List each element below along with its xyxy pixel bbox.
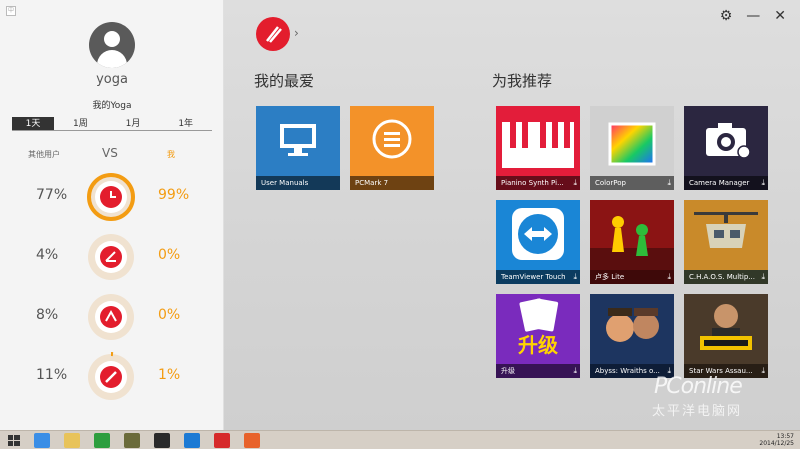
others-label: 其他用户 bbox=[28, 150, 60, 159]
app-logo-button[interactable] bbox=[256, 17, 290, 51]
window-controls: ⚙ — ✕ bbox=[720, 8, 786, 24]
monitor-icon bbox=[280, 124, 316, 156]
panel-pin-icon[interactable]: 中 bbox=[6, 6, 16, 16]
my-percent: 1% bbox=[158, 367, 181, 383]
camera-icon bbox=[706, 123, 751, 159]
clock-time: 13:57 bbox=[776, 433, 794, 440]
start-windows-icon[interactable] bbox=[6, 433, 22, 448]
my-percent: 0% bbox=[158, 307, 181, 323]
tile-label: ColorPop bbox=[590, 176, 674, 190]
others-percent: 77% bbox=[36, 187, 68, 203]
download-icon[interactable]: ⤓ bbox=[573, 366, 577, 376]
my-percent: 0% bbox=[158, 247, 181, 263]
compare-header: 其他用户 VS 我 bbox=[0, 146, 224, 162]
recommend-tile-pianino[interactable]: Pianino Synth Pi... ⤓ bbox=[496, 106, 580, 190]
close-icon[interactable]: ✕ bbox=[774, 8, 786, 24]
device-title: 我的Yoga bbox=[92, 101, 132, 111]
piano-icon bbox=[502, 122, 574, 168]
recommend-tile-camera-manager[interactable]: Camera Manager ⤓ bbox=[684, 106, 768, 190]
stat-row: 77% 99% bbox=[0, 168, 224, 224]
store-icon[interactable] bbox=[94, 433, 110, 448]
watermark-logo: PConline bbox=[654, 374, 743, 399]
tab-1-day[interactable]: 1天 bbox=[12, 117, 54, 130]
taskbar: 13:57 2014/12/25 bbox=[0, 430, 800, 449]
period-tabs: 1天 1周 1月 1年 bbox=[12, 117, 212, 131]
amazon-icon[interactable] bbox=[154, 433, 170, 448]
others-percent: 4% bbox=[36, 247, 59, 263]
recommend-tile-chaos[interactable]: C.H.A.O.S. Multip... ⤓ bbox=[684, 200, 768, 284]
tile-label: User Manuals bbox=[256, 176, 340, 190]
recommend-tile-teamviewer[interactable]: TeamViewer Touch ⤓ bbox=[496, 200, 580, 284]
usage-gauge[interactable] bbox=[85, 351, 137, 403]
tile-label: Camera Manager bbox=[684, 176, 768, 190]
recommend-tile-ludo[interactable]: 卢多 Lite ⤓ bbox=[590, 200, 674, 284]
tab-1-month[interactable]: 1月 bbox=[107, 117, 160, 130]
me-label: 我 bbox=[167, 150, 175, 159]
username: yoga bbox=[96, 72, 128, 87]
others-percent: 11% bbox=[36, 367, 68, 383]
game-pieces-icon bbox=[590, 216, 674, 270]
active-app-icon[interactable] bbox=[244, 433, 260, 448]
favorite-tile-pcmark[interactable]: PCMark 7 bbox=[350, 106, 434, 190]
download-icon[interactable]: ⤓ bbox=[761, 366, 765, 376]
recommend-tile-shengji[interactable]: 升级 升级 ⤓ bbox=[496, 294, 580, 378]
favorites-title: 我的最爱 bbox=[254, 72, 315, 90]
pen-icon bbox=[266, 26, 282, 43]
usage-gauge[interactable] bbox=[85, 171, 137, 223]
system-tray-clock[interactable]: 13:57 2014/12/25 bbox=[759, 433, 794, 447]
others-percent: 8% bbox=[36, 307, 59, 323]
tile-label: C.H.A.O.S. Multip... bbox=[684, 270, 768, 284]
download-icon[interactable]: ⤓ bbox=[573, 178, 577, 188]
usage-gauge[interactable] bbox=[85, 291, 137, 343]
usage-gauge[interactable] bbox=[85, 231, 137, 283]
tab-1-week[interactable]: 1周 bbox=[54, 117, 107, 130]
avatar-head bbox=[104, 31, 120, 47]
cube-app-icon[interactable] bbox=[124, 433, 140, 448]
folder-icon[interactable] bbox=[64, 433, 80, 448]
download-icon[interactable]: ⤓ bbox=[573, 272, 577, 282]
download-icon[interactable]: ⤓ bbox=[667, 272, 671, 282]
tile-label: 升级 bbox=[496, 364, 580, 378]
download-icon[interactable]: ⤓ bbox=[761, 178, 765, 188]
download-icon[interactable]: ⤓ bbox=[667, 178, 671, 188]
stat-row: 4% 0% bbox=[0, 228, 224, 284]
recommend-tile-star-wars[interactable]: Star Wars Assau... ⤓ bbox=[684, 294, 768, 378]
recommend-title: 为我推荐 bbox=[492, 72, 553, 90]
vs-label: VS bbox=[102, 146, 118, 160]
watermark-subtitle: 太平洋电脑网 bbox=[652, 404, 743, 419]
menu-circle-icon bbox=[372, 119, 412, 159]
ie-icon[interactable] bbox=[34, 433, 50, 448]
tile-label: TeamViewer Touch bbox=[496, 270, 580, 284]
game-characters-icon bbox=[590, 294, 674, 364]
star-wars-logo-icon bbox=[684, 294, 768, 364]
stats-panel: 中 yoga 我的Yoga 1天 1周 1月 1年 其他用户 VS 我 77% … bbox=[0, 0, 224, 430]
helicopter-icon bbox=[684, 200, 768, 270]
svg-text:升级: 升级 bbox=[518, 333, 558, 357]
avatar-shoulders bbox=[97, 50, 127, 68]
tab-1-year[interactable]: 1年 bbox=[159, 117, 212, 130]
monitor-app-icon[interactable] bbox=[184, 433, 200, 448]
avatar[interactable] bbox=[89, 22, 135, 68]
main-area: ⚙ — ✕ › 我的最爱 为我推荐 User Manuals PCMark 7 bbox=[224, 0, 800, 430]
color-swatch-icon bbox=[608, 122, 656, 166]
my-percent: 99% bbox=[158, 187, 190, 203]
download-icon[interactable]: ⤓ bbox=[761, 272, 765, 282]
tile-label: Pianino Synth Pi... bbox=[496, 176, 580, 190]
recommend-tile-colorpop[interactable]: ColorPop ⤓ bbox=[590, 106, 674, 190]
clock-date: 2014/12/25 bbox=[759, 440, 794, 447]
favorite-tile-user-manuals[interactable]: User Manuals bbox=[256, 106, 340, 190]
minimize-icon[interactable]: — bbox=[746, 8, 760, 24]
red-cube-icon[interactable] bbox=[214, 433, 230, 448]
stat-row: 8% 0% bbox=[0, 288, 224, 344]
arrow-up-icon bbox=[100, 306, 122, 328]
chevron-right-icon[interactable]: › bbox=[294, 26, 299, 40]
stat-row: 11% 1% bbox=[0, 348, 224, 404]
playing-cards-icon: 升级 bbox=[518, 298, 559, 357]
settings-icon[interactable]: ⚙ bbox=[720, 8, 733, 24]
tile-label: 卢多 Lite bbox=[590, 270, 674, 284]
double-arrow-icon bbox=[512, 208, 564, 260]
recommend-tile-abyss[interactable]: Abyss: Wraiths o... ⤓ bbox=[590, 294, 674, 378]
tile-label: PCMark 7 bbox=[350, 176, 434, 190]
